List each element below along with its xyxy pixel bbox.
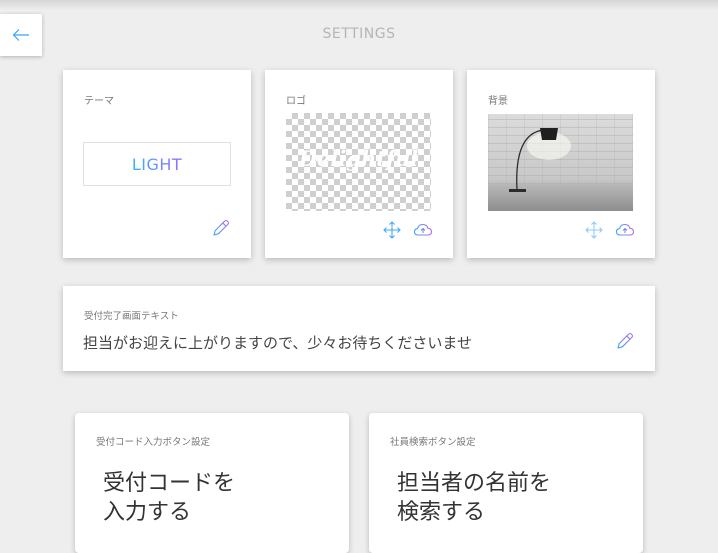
- background-card: 背景: [467, 70, 655, 258]
- logo-card: ロゴ Delightful: [265, 70, 453, 258]
- cloud-upload-icon[interactable]: [615, 220, 635, 240]
- lamp-image: [509, 128, 571, 192]
- completion-text-label: 受付完了画面テキスト: [84, 311, 179, 322]
- employee-search-button-text: 担当者の名前を 検索する: [397, 471, 552, 525]
- top-shadow: [0, 0, 718, 10]
- logo-label: ロゴ: [286, 96, 306, 107]
- logo-preview: Delightful: [286, 113, 431, 211]
- background-image: [488, 114, 633, 211]
- theme-value: LIGHT: [131, 154, 183, 174]
- reception-code-button-text: 受付コードを 入力する: [103, 471, 236, 525]
- reception-code-button-card[interactable]: 受付コード入力ボタン設定 受付コードを 入力する: [75, 413, 349, 553]
- theme-value-box[interactable]: LIGHT: [83, 142, 231, 186]
- cloud-upload-icon[interactable]: [413, 220, 433, 240]
- pencil-icon[interactable]: [615, 331, 635, 351]
- reception-code-button-label: 受付コード入力ボタン設定: [96, 437, 211, 448]
- move-arrows-icon[interactable]: [584, 220, 604, 240]
- employee-search-button-card[interactable]: 社員検索ボタン設定 担当者の名前を 検索する: [369, 413, 643, 553]
- theme-label: テーマ: [84, 96, 114, 107]
- background-label: 背景: [488, 96, 508, 107]
- employee-search-button-label: 社員検索ボタン設定: [390, 437, 476, 448]
- pencil-icon[interactable]: [211, 218, 231, 238]
- completion-text: 担当がお迎えに上がりますので、少々お待ちくださいませ: [83, 334, 472, 352]
- move-arrows-icon[interactable]: [382, 220, 402, 240]
- logo-image-text: Delightful: [298, 146, 419, 171]
- theme-card: テーマ LIGHT: [63, 70, 251, 258]
- completion-text-card: 受付完了画面テキスト 担当がお迎えに上がりますので、少々お待ちくださいませ: [63, 286, 655, 371]
- page-title: SETTINGS: [322, 26, 396, 42]
